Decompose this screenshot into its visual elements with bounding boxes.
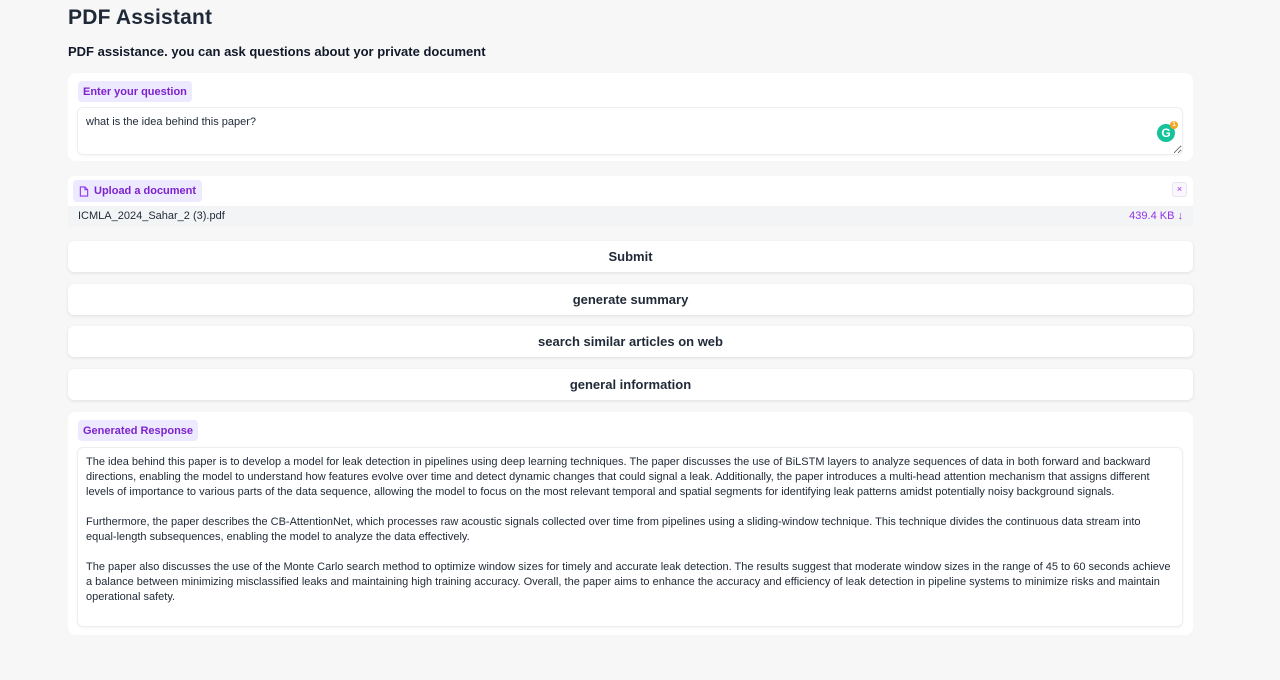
grammarly-badge: 1 (1170, 121, 1178, 129)
file-name: ICMLA_2024_Sahar_2 (3).pdf (78, 210, 225, 222)
upload-block: Upload a document × ICMLA_2024_Sahar_2 (… (68, 176, 1193, 228)
search-similar-articles-button[interactable]: search similar articles on web (68, 326, 1193, 357)
response-block: Generated Response The idea behind this … (68, 412, 1193, 635)
question-label: Enter your question (78, 81, 192, 102)
file-download-link[interactable]: 439.4 KB ↓ (1129, 210, 1183, 222)
upload-label-text: Upload a document (94, 185, 197, 197)
page-description: PDF assistance. you can ask questions ab… (68, 44, 486, 59)
uploaded-file-row: ICMLA_2024_Sahar_2 (3).pdf 439.4 KB ↓ (68, 206, 1193, 227)
generated-response-text[interactable]: The idea behind this paper is to develop… (77, 447, 1183, 627)
response-label: Generated Response (78, 420, 199, 441)
submit-button[interactable]: Submit (68, 241, 1193, 272)
grammarly-icon[interactable]: G1 (1157, 121, 1178, 142)
document-icon (79, 185, 89, 197)
response-paragraph: The paper also discusses the use of the … (86, 561, 1171, 603)
response-paragraph: Furthermore, the paper describes the CB-… (86, 516, 1141, 543)
question-input[interactable] (77, 107, 1183, 155)
close-icon[interactable]: × (1172, 182, 1187, 197)
generate-summary-button[interactable]: generate summary (68, 284, 1193, 315)
response-paragraph: The idea behind this paper is to develop… (86, 456, 1151, 498)
question-block: Enter your question G1 (68, 73, 1193, 161)
general-information-button[interactable]: general information (68, 369, 1193, 400)
page-title: PDF Assistant (68, 6, 213, 29)
upload-label: Upload a document (73, 180, 203, 202)
upload-header: Upload a document × (68, 176, 1193, 206)
